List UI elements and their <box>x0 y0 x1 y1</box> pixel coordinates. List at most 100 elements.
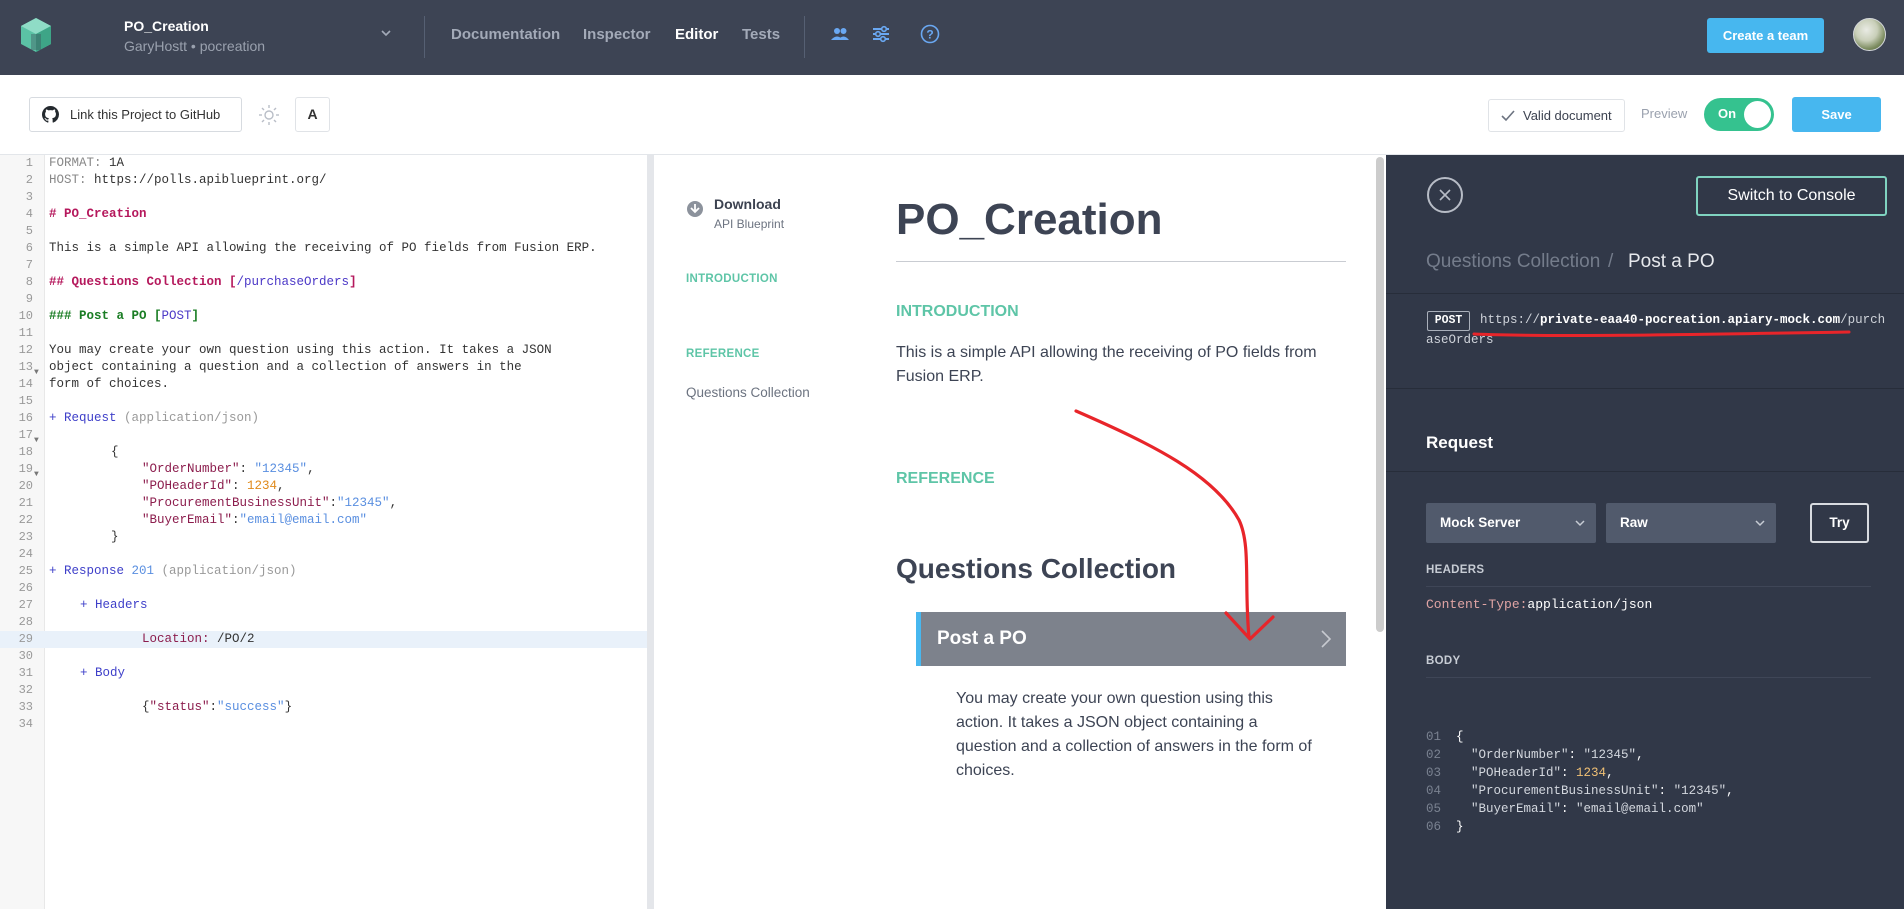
line-number: 14 <box>18 377 33 391</box>
create-team-button[interactable]: Create a team <box>1707 18 1824 53</box>
fold-arrow-icon[interactable]: ▼ <box>34 368 39 377</box>
toggle-knob <box>1744 101 1771 128</box>
body-line: 05 "BuyerEmail": "email@email.com" <box>1426 802 1704 816</box>
code-editor[interactable]: 1 2 3 4 5 6 7 8 9 10 11 12 13 14 15 16 17 18 19 20 21 22 23 24 2… <box>0 155 647 909</box>
code-line: form of choices. <box>49 377 170 391</box>
download-icon[interactable] <box>686 200 704 218</box>
line-number: 12 <box>18 343 33 357</box>
line-number: 24 <box>18 547 33 561</box>
line-number: 9 <box>25 292 33 306</box>
line-number: 2 <box>25 173 33 187</box>
server-select[interactable]: Mock Server <box>1426 503 1596 543</box>
code-line: ## Questions Collection [/purchaseOrders… <box>49 275 357 289</box>
toc-reference[interactable]: REFERENCE <box>686 348 760 360</box>
chevron-down-icon[interactable] <box>380 27 392 39</box>
fold-arrow-icon[interactable]: ▼ <box>34 470 39 479</box>
line-number: 1 <box>25 156 33 170</box>
body-line: 01{ <box>1426 730 1464 744</box>
line-number: 26 <box>18 581 33 595</box>
breadcrumb-separator: / <box>1608 251 1614 272</box>
switch-to-console-button[interactable]: Switch to Console <box>1696 176 1887 216</box>
line-number: 23 <box>18 530 33 544</box>
active-line-highlight <box>0 631 647 648</box>
fold-arrow-icon[interactable]: ▼ <box>34 436 39 445</box>
code-line: "ProcurementBusinessUnit":"12345", <box>142 496 398 510</box>
code-line: + Response 201 (application/json) <box>49 564 297 578</box>
preview-toggle[interactable]: On <box>1704 98 1774 131</box>
line-number: 6 <box>25 241 33 255</box>
nav-tests[interactable]: Tests <box>742 26 780 43</box>
theme-sun-icon[interactable] <box>258 104 280 126</box>
divider <box>1426 586 1871 587</box>
line-number: 21 <box>18 496 33 510</box>
avatar[interactable] <box>1853 18 1886 51</box>
code-line: + Headers <box>80 598 148 612</box>
project-owner: GaryHostt • pocreation <box>124 38 266 54</box>
format-select-value: Raw <box>1620 515 1648 530</box>
project-switcher[interactable]: PO_Creation GaryHostt • pocreation <box>124 18 265 54</box>
team-icon[interactable] <box>830 24 850 44</box>
font-size-button[interactable]: A <box>295 97 330 132</box>
help-icon[interactable]: ? <box>920 24 940 44</box>
action-post-a-po[interactable]: Post a PO <box>916 612 1346 666</box>
top-bar: PO_Creation GaryHostt • pocreation Docum… <box>0 0 1904 75</box>
chevron-down-icon <box>1575 520 1585 527</box>
link-github-label: Link this Project to GitHub <box>70 107 221 122</box>
nav-documentation[interactable]: Documentation <box>451 26 560 43</box>
line-number: 13 <box>18 360 33 374</box>
line-number: 7 <box>25 258 33 272</box>
line-number: 5 <box>25 224 33 238</box>
valid-document-badge: Valid document <box>1488 99 1625 132</box>
introduction-text: This is a simple API allowing the receiv… <box>896 344 1317 385</box>
breadcrumb-action: Post a PO <box>1628 251 1715 272</box>
close-button[interactable] <box>1427 177 1463 213</box>
link-github-button[interactable]: Link this Project to GitHub <box>29 97 242 132</box>
divider <box>1386 388 1904 389</box>
editor-toolbar: Link this Project to GitHub A Valid docu… <box>0 75 1904 155</box>
reference-heading: REFERENCE <box>896 470 995 487</box>
line-number: 33 <box>18 700 33 714</box>
breadcrumb-collection[interactable]: Questions Collection <box>1426 251 1600 273</box>
code-line: "BuyerEmail":"email@email.com" <box>142 513 368 527</box>
server-select-value: Mock Server <box>1440 515 1521 530</box>
nav-inspector[interactable]: Inspector <box>583 26 651 43</box>
headers-label: HEADERS <box>1426 564 1485 576</box>
divider <box>1386 293 1904 294</box>
body-line: 06} <box>1426 820 1464 834</box>
line-number: 27 <box>18 598 33 612</box>
line-number: 11 <box>18 326 33 340</box>
code-line: FORMAT: 1A <box>49 156 125 170</box>
save-button[interactable]: Save <box>1792 97 1881 132</box>
format-select[interactable]: Raw <box>1606 503 1776 543</box>
divider <box>424 16 425 58</box>
close-icon <box>1439 189 1451 201</box>
body-line: 03 "POHeaderId": 1234, <box>1426 766 1614 780</box>
line-number: 34 <box>18 717 33 731</box>
toc-questions-collection[interactable]: Questions Collection <box>686 385 810 400</box>
code-line: { <box>111 445 119 459</box>
download-title[interactable]: Download <box>714 196 781 212</box>
try-button[interactable]: Try <box>1810 503 1869 543</box>
action-label: Post a PO <box>937 628 1027 649</box>
documentation-preview: Download API Blueprint INTRODUCTION REFE… <box>654 155 1386 909</box>
code-line: {"status":"success"} <box>142 700 293 714</box>
pane-resizer[interactable] <box>647 155 654 909</box>
apiary-logo-icon[interactable] <box>17 16 55 54</box>
header-row[interactable]: Content-Type:application/json <box>1426 597 1652 612</box>
sliders-icon[interactable] <box>871 24 891 44</box>
line-number: 32 <box>18 683 33 697</box>
github-icon <box>42 106 59 123</box>
line-number: 17 <box>18 428 33 442</box>
project-name: PO_Creation <box>124 18 209 34</box>
valid-document-label: Valid document <box>1523 108 1612 123</box>
toc-introduction[interactable]: INTRODUCTION <box>686 273 778 285</box>
annotation-arrow <box>1074 409 1275 641</box>
divider <box>1426 677 1871 678</box>
preview-scrollbar[interactable] <box>1376 157 1384 632</box>
title-rule <box>896 261 1346 262</box>
divider <box>804 16 805 58</box>
nav-editor[interactable]: Editor <box>675 26 718 43</box>
check-icon <box>1501 110 1515 122</box>
preview-label: Preview <box>1641 106 1688 121</box>
line-number: 20 <box>18 479 33 493</box>
